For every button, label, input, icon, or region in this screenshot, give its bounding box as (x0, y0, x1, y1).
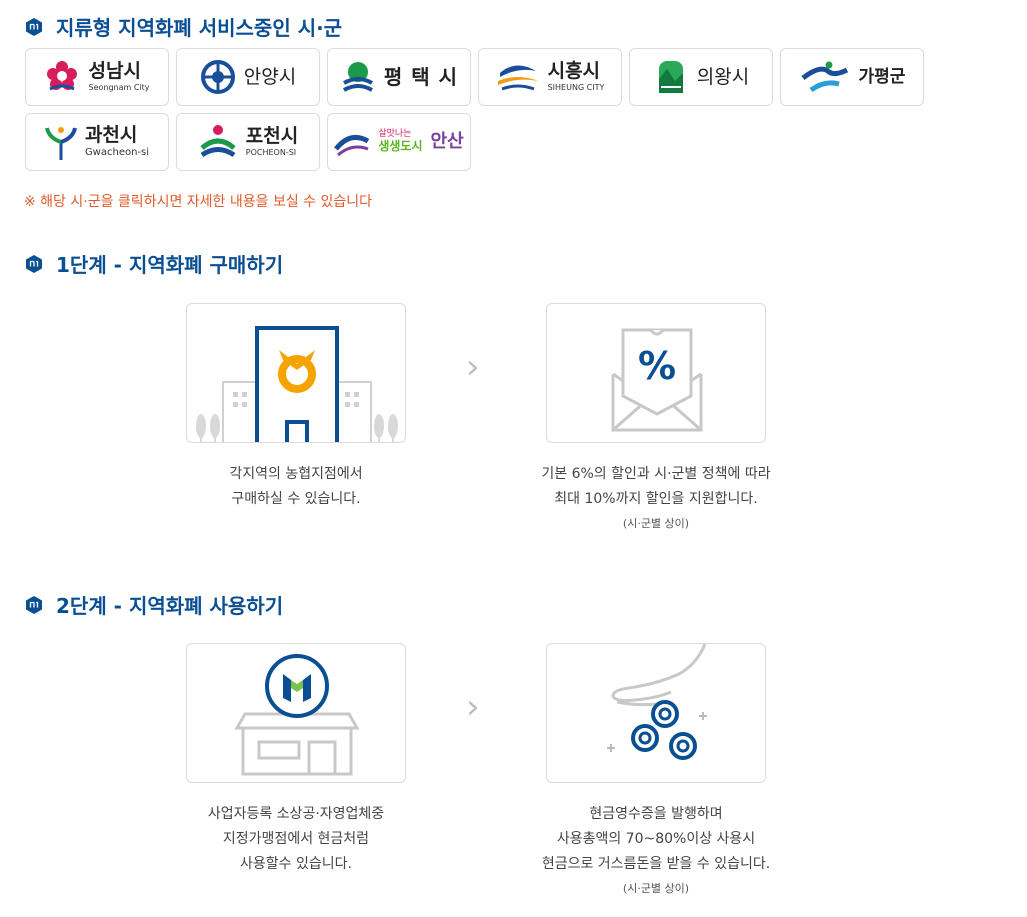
cash-change-card (546, 643, 766, 783)
section-title-step1: 1단계 - 지역화폐 구매하기 (24, 249, 283, 278)
city-sub: Seongnam City (88, 83, 150, 92)
pocheon-emblem-icon (200, 125, 236, 158)
siheung-emblem-icon (497, 65, 538, 91)
city-logo-seongnam[interactable]: 성남시 Seongnam City (25, 48, 169, 106)
gapyeong-emblem-icon (800, 61, 848, 93)
city-logo-pyeongtaek[interactable]: 평 택 시 (327, 48, 471, 106)
click-hint-note: ※ 해당 시·군을 클릭하시면 자세한 내용을 보실 수 있습니다 (24, 194, 373, 210)
city-name: 가평군 (858, 66, 906, 87)
pyeongtaek-emblem-icon (342, 62, 373, 92)
city-name: 평 택 시 (383, 65, 459, 89)
next-step-arrow: › (466, 687, 480, 727)
bank-building-icon (196, 326, 398, 442)
city-logo-anyang[interactable]: 안양시 (176, 48, 320, 106)
gwacheon-emblem-icon (44, 127, 77, 160)
city-sub: POCHEON-SI (245, 148, 297, 157)
uiwang-emblem-icon (658, 61, 683, 93)
percent-symbol: % (638, 344, 676, 388)
city-logo-gwacheon[interactable]: 과천시 Gwacheon-si (25, 113, 169, 171)
city-name: 안산 (430, 131, 464, 152)
anyang-emblem-icon (200, 60, 235, 94)
section-title-step2: 2단계 - 지역화폐 사용하기 (24, 590, 283, 619)
city-sub: SIHEUNG CITY (547, 83, 605, 92)
hand-coins-icon (607, 644, 707, 760)
hexagon-bullet-icon (26, 254, 42, 273)
step2-right-description: 현금영수증을 발행하며 사용총액의 70~80%이상 사용시 현금으로 거스름돈… (541, 806, 771, 895)
city-name: 의왕시 (696, 65, 750, 88)
city-logo-pocheon[interactable]: 포천시 POCHEON-SI (176, 113, 320, 171)
store-front-icon (234, 654, 360, 776)
city-name: 시흥시 (547, 60, 601, 82)
city-logo-siheung[interactable]: 시흥시 SIHEUNG CITY (478, 48, 622, 106)
city-name: 성남시 (88, 60, 141, 82)
hexagon-bullet-icon (26, 17, 42, 36)
seongnam-flower-icon (47, 61, 78, 91)
step1-right-description: 기본 6%의 할인과 시·군별 정책에 따라 최대 10%까지 할인을 지원합니… (541, 466, 771, 530)
city-name: 포천시 (245, 125, 299, 147)
section-title-cities: 지류형 지역화폐 서비스중인 시·군 (24, 12, 342, 41)
ansan-slogan-2: 생생도시 (378, 139, 423, 154)
next-step-arrow: › (466, 347, 480, 387)
coupon-envelope-icon: % (611, 328, 703, 432)
step2-left-description: 사업자등록 소상공·자영업체중 지정가맹점에서 현금처럼 사용할수 있습니다. (207, 806, 385, 872)
city-name: 과천시 (84, 124, 138, 146)
hexagon-bullet-icon (26, 595, 42, 614)
affiliate-store-card (186, 643, 406, 783)
discount-coupon-card: % (546, 303, 766, 443)
city-name: 안양시 (243, 65, 297, 88)
city-logo-uiwang[interactable]: 의왕시 (629, 48, 773, 106)
city-sub: Gwacheon-si (84, 147, 150, 158)
ansan-emblem-icon (334, 134, 370, 157)
step1-left-description: 각지역의 농협지점에서 구매하실 수 있습니다. (229, 466, 363, 507)
nh-bank-building-card (186, 303, 406, 443)
city-logo-gapyeong[interactable]: 가평군 (780, 48, 924, 106)
city-logo-ansan[interactable]: 살맛나는 생생도시 안산 (327, 113, 471, 171)
